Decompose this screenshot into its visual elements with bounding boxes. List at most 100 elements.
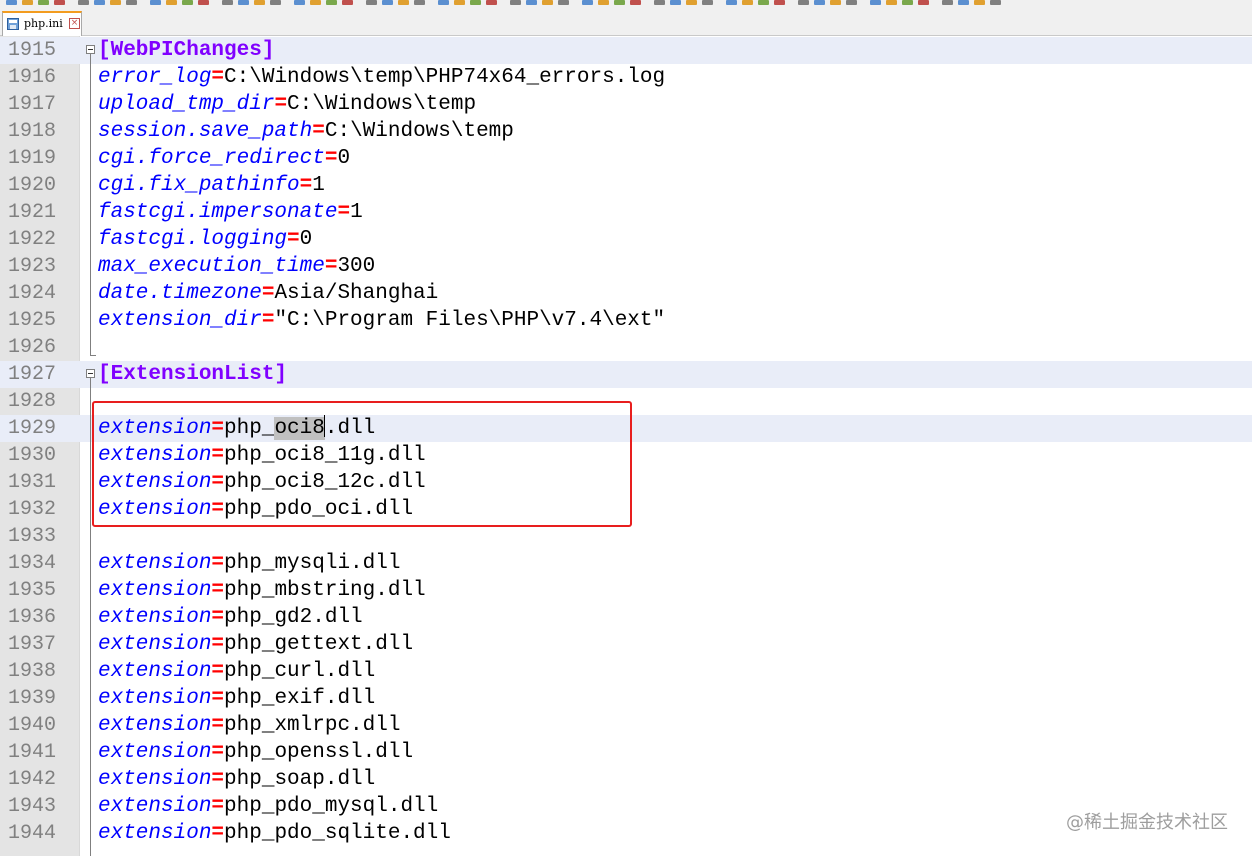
- toolbar-icon[interactable]: [94, 0, 105, 5]
- toolbar-icon[interactable]: [110, 0, 121, 5]
- toolbar-icon[interactable]: [198, 0, 209, 5]
- code-line[interactable]: 1921 fastcgi.impersonate=1: [0, 199, 1252, 226]
- toolbar-icon[interactable]: [542, 0, 553, 5]
- code-line[interactable]: 1934 extension=php_mysqli.dll: [0, 550, 1252, 577]
- code-text: fastcgi.logging=0: [98, 226, 312, 253]
- toolbar-icon[interactable]: [366, 0, 377, 5]
- toolbar-icon[interactable]: [726, 0, 737, 5]
- code-line[interactable]: 1917 upload_tmp_dir=C:\Windows\temp: [0, 91, 1252, 118]
- toolbar-icon[interactable]: [582, 0, 593, 5]
- line-number: 1929: [8, 417, 57, 440]
- empty-line[interactable]: 1926: [0, 334, 1252, 361]
- code-line[interactable]: 1923 max_execution_time=300: [0, 253, 1252, 280]
- toolbar-icon[interactable]: [326, 0, 337, 5]
- toolbar-icon[interactable]: [166, 0, 177, 5]
- code-line[interactable]: 1939 extension=php_exif.dll: [0, 685, 1252, 712]
- ini-key: date.timezone: [98, 282, 262, 305]
- toolbar-icon[interactable]: [942, 0, 953, 5]
- code-line[interactable]: 1941 extension=php_openssl.dll: [0, 739, 1252, 766]
- toolbar-icon[interactable]: [886, 0, 897, 5]
- section-line[interactable]: 1915 [WebPIChanges]: [0, 37, 1252, 64]
- code-line[interactable]: 1920 cgi.fix_pathinfo=1: [0, 172, 1252, 199]
- ini-value: C:\Windows\temp: [287, 93, 477, 116]
- toolbar-icon[interactable]: [846, 0, 857, 5]
- toolbar-icon[interactable]: [222, 0, 233, 5]
- toolbar-icon[interactable]: [526, 0, 537, 5]
- toolbar-icon[interactable]: [470, 0, 481, 5]
- toolbar-icon[interactable]: [742, 0, 753, 5]
- equals-operator: =: [211, 579, 225, 602]
- toolbar-icon[interactable]: [54, 0, 65, 5]
- toolbar-icon[interactable]: [990, 0, 1001, 5]
- toolbar-icon[interactable]: [454, 0, 465, 5]
- toolbar-icon[interactable]: [702, 0, 713, 5]
- toolbar-icon[interactable]: [438, 0, 449, 5]
- toolbar-icon[interactable]: [918, 0, 929, 5]
- fold-minus-icon[interactable]: [86, 369, 95, 378]
- toolbar-icon[interactable]: [342, 0, 353, 5]
- toolbar-icon[interactable]: [310, 0, 321, 5]
- toolbar-icon[interactable]: [182, 0, 193, 5]
- equals-operator: =: [274, 93, 288, 116]
- code-line[interactable]: 1924 date.timezone=Asia/Shanghai: [0, 280, 1252, 307]
- toolbar-icon[interactable]: [774, 0, 785, 5]
- toolbar-icon[interactable]: [78, 0, 89, 5]
- code-line[interactable]: 1943 extension=php_pdo_mysql.dll: [0, 793, 1252, 820]
- code-line[interactable]: 1916 error_log=C:\Windows\temp\PHP74x64_e…: [0, 64, 1252, 91]
- toolbar-icon[interactable]: [6, 0, 17, 5]
- code-text: cgi.fix_pathinfo=1: [98, 172, 325, 199]
- toolbar-icon[interactable]: [974, 0, 985, 5]
- toolbar-icon[interactable]: [414, 0, 425, 5]
- ini-value: 0: [299, 228, 313, 251]
- toolbar-icon[interactable]: [382, 0, 393, 5]
- code-line[interactable]: 1938 extension=php_curl.dll: [0, 658, 1252, 685]
- ini-key: extension: [98, 606, 212, 629]
- toolbar-icon[interactable]: [598, 0, 609, 5]
- toolbar-icon[interactable]: [38, 0, 49, 5]
- tab-php-ini[interactable]: php.ini ×: [2, 11, 82, 36]
- toolbar-icon[interactable]: [126, 0, 137, 5]
- toolbar-icon[interactable]: [902, 0, 913, 5]
- code-line[interactable]: 1942 extension=php_soap.dll: [0, 766, 1252, 793]
- toolbar-icon[interactable]: [670, 0, 681, 5]
- line-number: 1939: [8, 687, 57, 710]
- toolbar-icon[interactable]: [870, 0, 881, 5]
- toolbar-icon[interactable]: [510, 0, 521, 5]
- toolbar-icon[interactable]: [150, 0, 161, 5]
- fold-minus-icon[interactable]: [86, 45, 95, 54]
- code-line[interactable]: 1922 fastcgi.logging=0: [0, 226, 1252, 253]
- toolbar-icon[interactable]: [558, 0, 569, 5]
- code-line[interactable]: 1944 extension=php_pdo_sqlite.dll: [0, 820, 1252, 847]
- toolbar-icon[interactable]: [758, 0, 769, 5]
- toolbar-icon[interactable]: [798, 0, 809, 5]
- code-line[interactable]: 1935 extension=php_mbstring.dll: [0, 577, 1252, 604]
- toolbar-icon[interactable]: [686, 0, 697, 5]
- fold-guide: [90, 378, 91, 856]
- toolbar-icon[interactable]: [654, 0, 665, 5]
- toolbar-icon[interactable]: [958, 0, 969, 5]
- section-line[interactable]: 1927 [ExtensionList]: [0, 361, 1252, 388]
- toolbar-icon[interactable]: [398, 0, 409, 5]
- equals-operator: =: [211, 606, 225, 629]
- toolbar-icon[interactable]: [22, 0, 33, 5]
- toolbar-icon[interactable]: [486, 0, 497, 5]
- code-line[interactable]: 1936 extension=php_gd2.dll: [0, 604, 1252, 631]
- code-line[interactable]: 1937 extension=php_gettext.dll: [0, 631, 1252, 658]
- toolbar-icon[interactable]: [630, 0, 641, 5]
- toolbar-icon[interactable]: [254, 0, 265, 5]
- ini-key: max_execution_time: [98, 255, 325, 278]
- code-line[interactable]: 1918 session.save_path=C:\Windows\temp: [0, 118, 1252, 145]
- code-line[interactable]: 1925 extension_dir="C:\Program Files\PHP\…: [0, 307, 1252, 334]
- close-icon[interactable]: ×: [69, 18, 80, 29]
- toolbar-icon[interactable]: [238, 0, 249, 5]
- toolbar-icon[interactable]: [270, 0, 281, 5]
- toolbar-icon[interactable]: [614, 0, 625, 5]
- line-number: 1919: [8, 147, 57, 170]
- ini-value: php_pdo_sqlite.dll: [224, 822, 451, 845]
- toolbar-icon[interactable]: [830, 0, 841, 5]
- toolbar-icon[interactable]: [814, 0, 825, 5]
- code-line[interactable]: 1940 extension=php_xmlrpc.dll: [0, 712, 1252, 739]
- code-line[interactable]: 1919 cgi.force_redirect=0: [0, 145, 1252, 172]
- toolbar-icon[interactable]: [294, 0, 305, 5]
- empty-line[interactable]: 1933: [0, 523, 1252, 550]
